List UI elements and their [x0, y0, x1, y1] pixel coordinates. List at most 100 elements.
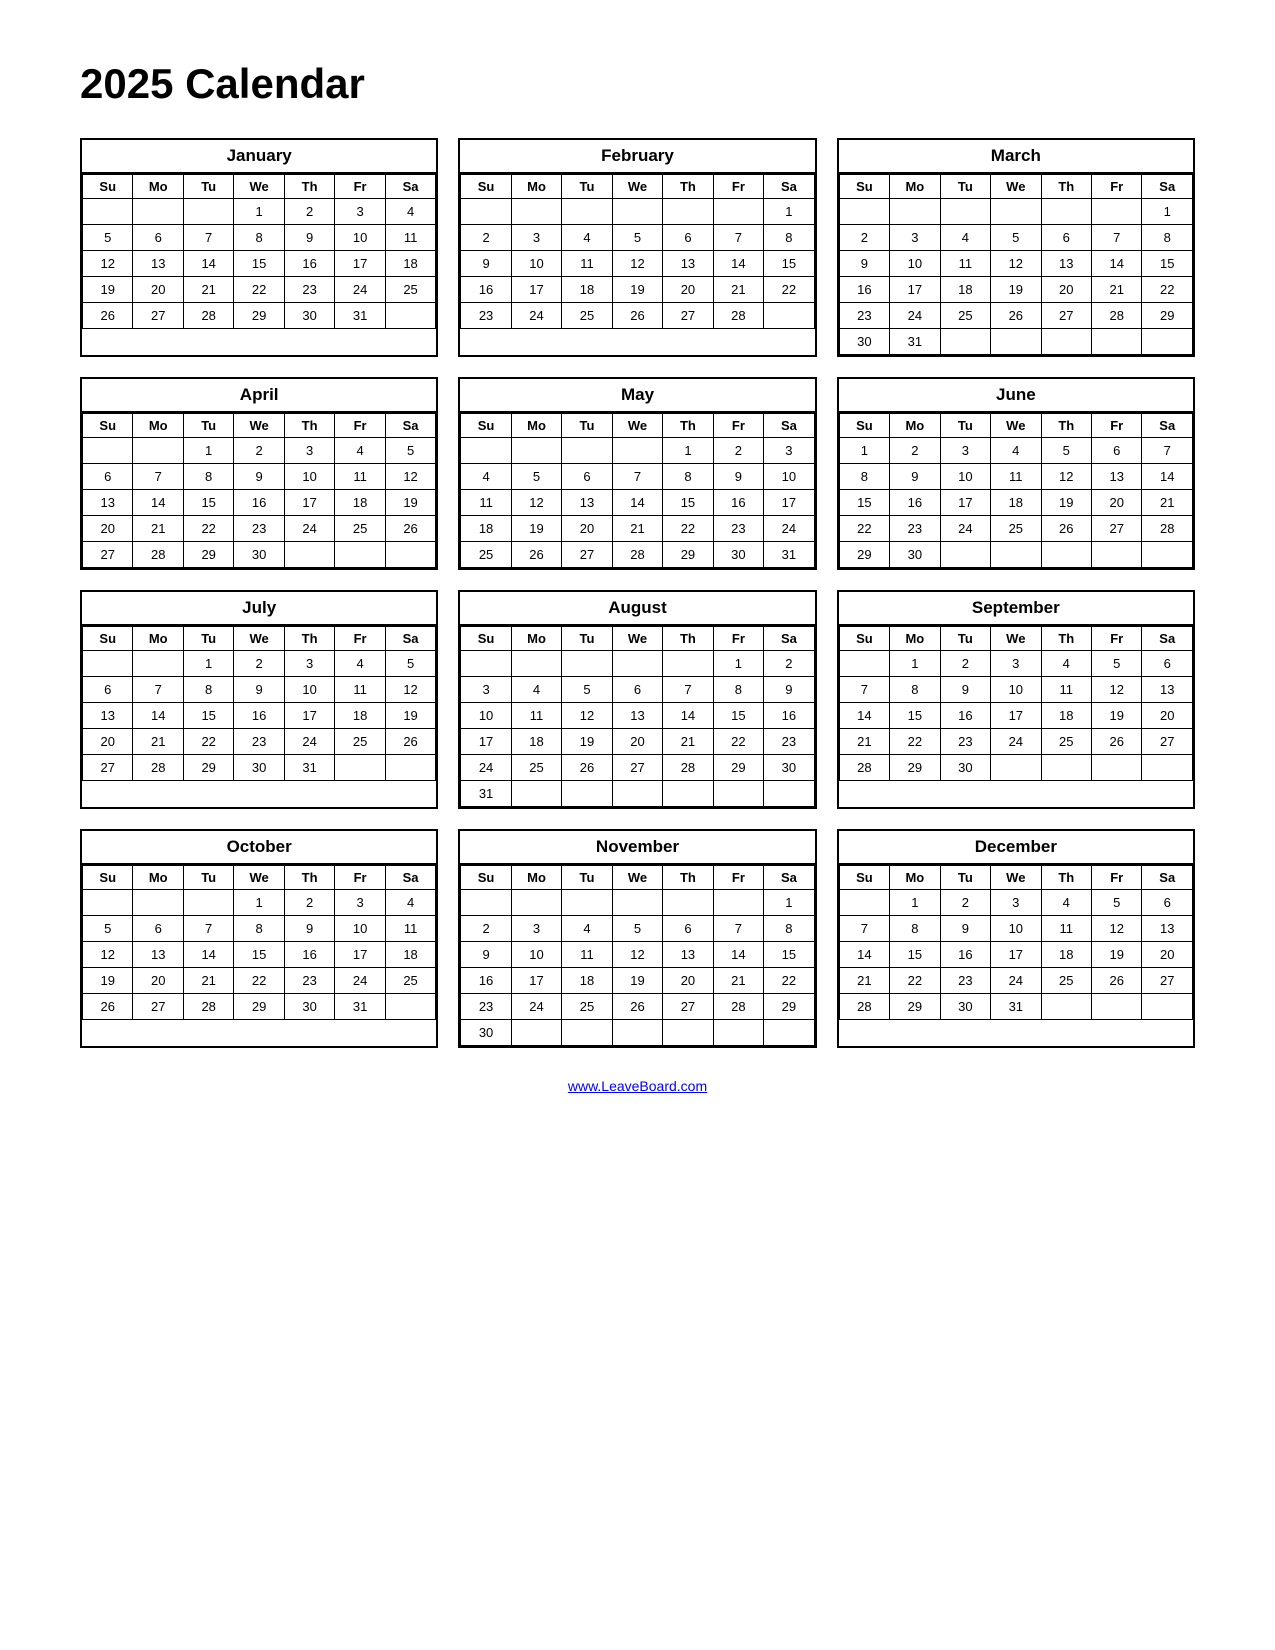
table-row: 16171819202122 — [839, 277, 1192, 303]
day-cell: 7 — [183, 225, 233, 251]
day-cell: 24 — [511, 994, 561, 1020]
day-cell — [940, 542, 990, 568]
day-cell: 2 — [764, 651, 815, 677]
day-cell: 11 — [385, 225, 436, 251]
day-cell: 5 — [612, 225, 662, 251]
table-row: 2345678 — [461, 916, 814, 942]
day-cell: 13 — [133, 942, 183, 968]
day-cell: 5 — [83, 225, 133, 251]
day-cell: 7 — [839, 677, 889, 703]
day-cell: 30 — [284, 303, 334, 329]
day-cell: 17 — [511, 277, 561, 303]
day-cell: 10 — [940, 464, 990, 490]
day-cell: 4 — [385, 199, 436, 225]
day-cell: 13 — [562, 490, 612, 516]
table-row: 232425262728 — [461, 303, 814, 329]
day-cell: 23 — [713, 516, 763, 542]
day-cell — [713, 199, 763, 225]
day-cell: 22 — [234, 277, 284, 303]
day-cell — [890, 199, 940, 225]
day-cell: 14 — [1142, 464, 1193, 490]
day-header: Th — [663, 866, 713, 890]
day-cell: 11 — [562, 942, 612, 968]
day-cell: 19 — [385, 490, 436, 516]
day-cell: 1 — [890, 890, 940, 916]
day-cell: 20 — [1092, 490, 1142, 516]
day-cell: 10 — [764, 464, 815, 490]
day-cell: 12 — [612, 942, 662, 968]
day-cell: 5 — [385, 651, 436, 677]
table-row: 12345 — [83, 651, 436, 677]
day-cell: 9 — [461, 251, 511, 277]
day-cell: 3 — [511, 916, 561, 942]
day-cell: 18 — [385, 942, 436, 968]
day-cell — [511, 438, 561, 464]
day-cell: 13 — [612, 703, 662, 729]
table-row: 17181920212223 — [461, 729, 814, 755]
table-row: 22232425262728 — [839, 516, 1192, 542]
day-cell: 12 — [562, 703, 612, 729]
day-cell: 28 — [1142, 516, 1193, 542]
day-cell: 17 — [991, 942, 1041, 968]
day-cell: 23 — [890, 516, 940, 542]
day-cell: 4 — [1041, 890, 1091, 916]
day-cell: 11 — [940, 251, 990, 277]
day-cell: 9 — [764, 677, 815, 703]
day-cell: 26 — [511, 542, 561, 568]
day-cell — [511, 1020, 561, 1046]
table-row: 891011121314 — [839, 464, 1192, 490]
day-cell: 16 — [764, 703, 815, 729]
day-header: Tu — [940, 866, 990, 890]
table-row: 1234 — [83, 199, 436, 225]
day-cell: 14 — [612, 490, 662, 516]
footer-link[interactable]: www.LeaveBoard.com — [80, 1078, 1195, 1094]
day-cell: 20 — [133, 968, 183, 994]
day-cell: 28 — [183, 303, 233, 329]
day-cell: 19 — [612, 968, 662, 994]
day-cell: 30 — [461, 1020, 511, 1046]
day-header: Mo — [511, 414, 561, 438]
day-header: Mo — [890, 866, 940, 890]
table-row: 12131415161718 — [83, 942, 436, 968]
day-cell: 11 — [385, 916, 436, 942]
day-header: Tu — [183, 627, 233, 651]
day-header: Fr — [713, 866, 763, 890]
day-cell: 17 — [335, 251, 385, 277]
day-cell: 6 — [1041, 225, 1091, 251]
day-header: Su — [461, 627, 511, 651]
day-header: Sa — [1142, 866, 1193, 890]
day-cell: 8 — [1142, 225, 1193, 251]
day-cell: 19 — [83, 277, 133, 303]
day-cell: 25 — [940, 303, 990, 329]
day-cell: 1 — [663, 438, 713, 464]
day-cell: 16 — [234, 490, 284, 516]
day-cell: 24 — [991, 729, 1041, 755]
day-cell: 24 — [890, 303, 940, 329]
table-row: 282930 — [839, 755, 1192, 781]
day-cell: 26 — [612, 994, 662, 1020]
day-cell: 11 — [511, 703, 561, 729]
table-row: 6789101112 — [83, 464, 436, 490]
table-row: 14151617181920 — [839, 942, 1192, 968]
day-cell: 21 — [713, 968, 763, 994]
day-cell: 24 — [335, 277, 385, 303]
day-cell — [1092, 755, 1142, 781]
day-cell — [335, 542, 385, 568]
day-cell — [1041, 755, 1091, 781]
day-cell: 7 — [839, 916, 889, 942]
day-header: Sa — [385, 866, 436, 890]
day-cell — [713, 1020, 763, 1046]
day-cell: 11 — [335, 677, 385, 703]
day-cell: 16 — [839, 277, 889, 303]
day-cell: 8 — [183, 677, 233, 703]
day-cell: 21 — [663, 729, 713, 755]
month-july: JulySuMoTuWeThFrSa1234567891011121314151… — [80, 590, 438, 809]
day-cell: 26 — [83, 303, 133, 329]
month-june: JuneSuMoTuWeThFrSa1234567891011121314151… — [837, 377, 1195, 570]
day-cell: 9 — [713, 464, 763, 490]
day-cell: 15 — [839, 490, 889, 516]
day-cell: 3 — [940, 438, 990, 464]
day-cell: 18 — [335, 490, 385, 516]
day-cell: 2 — [234, 438, 284, 464]
day-cell: 12 — [83, 251, 133, 277]
